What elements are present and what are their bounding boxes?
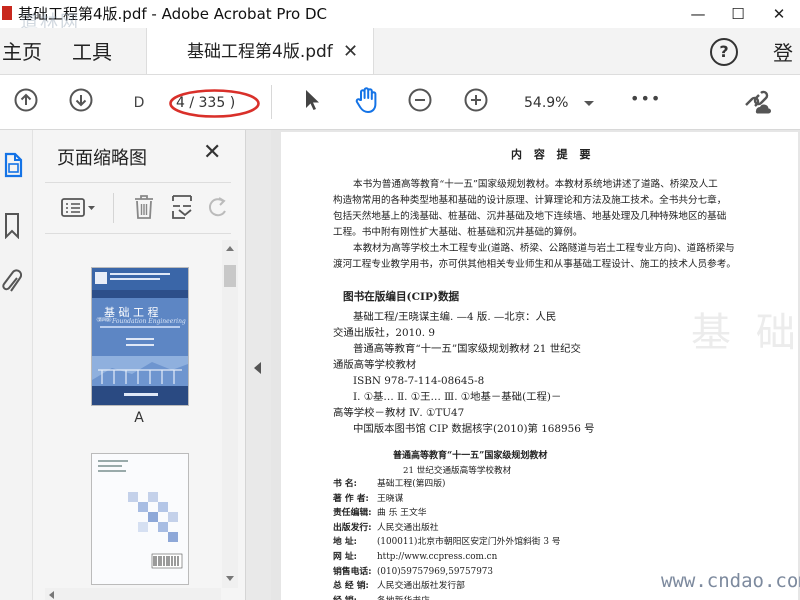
navigation-strip	[0, 130, 33, 600]
minimize-button[interactable]: —	[681, 0, 715, 28]
book-info-row: 销售电话: (010)59757969,59757973	[333, 565, 493, 580]
select-tool-icon[interactable]	[300, 88, 324, 112]
page-number-input[interactable]: D	[122, 90, 156, 116]
cover-edition: （第四版）	[94, 317, 114, 322]
extract-page-icon[interactable]	[171, 194, 197, 220]
book-info-key: 总 经 销:	[333, 581, 369, 592]
acrobat-app-icon	[2, 6, 12, 20]
book-info-key: 经 销:	[333, 594, 377, 600]
book-info-key: 书 名:	[333, 479, 357, 489]
thumbnail-horizontal-scrollbar[interactable]	[45, 588, 221, 600]
panel-title: 页面缩略图	[57, 148, 147, 169]
cip-line: 中国版本图书馆 CIP 数据核字(2010)第 168956 号	[353, 423, 595, 435]
summary-line: 构造物常用的各种类型地基和基础的设计原理、计算理论和方法及施工技术。全书共分七章…	[333, 195, 727, 206]
book-cover-image	[92, 268, 188, 405]
book-info-row: 地 址: (100011)北京市朝阳区安定门外外馆斜街 3 号	[333, 535, 561, 550]
page-thumbnails-panel: 页面缩略图 ✕ 基 础 工 程 Foundation Engineering （…	[33, 130, 245, 600]
delete-page-icon[interactable]	[133, 194, 155, 220]
book-info-key: 网 址:	[333, 552, 357, 562]
attachments-icon[interactable]	[2, 268, 22, 298]
thumbnail-options-icon[interactable]	[61, 198, 97, 218]
scroll-down-arrow-icon[interactable]	[226, 576, 234, 581]
close-window-button[interactable]: ✕	[762, 0, 796, 28]
next-page-icon[interactable]	[69, 88, 93, 112]
faint-cover-title: 基 础 工 程	[691, 310, 800, 356]
back-cover-image	[92, 454, 188, 584]
pdf-page: 基 础 工 程 内 容 提 要 本书为普通高等教育“十一五”国家级规划教材。本教…	[281, 132, 800, 600]
book-info-value: 基础工程(第四版)	[377, 479, 446, 489]
thumbnail-list: 基 础 工 程 Foundation Engineering （第四版） A	[45, 240, 221, 595]
help-button[interactable]: ?	[710, 38, 738, 66]
zoom-dropdown-caret-icon[interactable]	[584, 101, 594, 106]
summary-line: 包括天然地基上的浅基础、桩基础、沉井基础及地下连续墙、地基处理及几种特殊地区的基…	[333, 211, 727, 222]
collapse-panel-arrow-icon[interactable]	[254, 362, 261, 374]
book-info-value: 人民交通出版社发行部	[377, 581, 465, 592]
book-info-key: 责任编辑:	[333, 508, 372, 519]
book-info-row: 著 作 者: 王晓谋	[333, 492, 403, 507]
summary-heading: 内 容 提 要	[511, 148, 595, 161]
book-info-row: 网 址: http://www.ccpress.com.cn	[333, 550, 497, 565]
book-info-row: 责任编辑: 曲 乐 王文华	[333, 506, 427, 521]
page-thumbnail[interactable]	[91, 453, 189, 585]
tab-home[interactable]: 主页	[2, 28, 42, 74]
book-info-row: 经 销:各地新华书店	[333, 594, 430, 600]
scrollbar-thumb[interactable]	[224, 265, 236, 287]
cip-heading: 图书在版编目(CIP)数据	[343, 291, 460, 303]
site-watermark: www.cndao.com	[661, 570, 800, 592]
book-info-value: 人民交通出版社	[377, 522, 439, 533]
thumbnail-label: A	[134, 410, 144, 426]
book-info-row: 出版发行: 人民交通出版社	[333, 521, 439, 536]
series-line: 21 世纪交通版高等学校教材	[403, 466, 512, 476]
summary-line: 本教材为高等学校土木工程专业(道路、桥梁、公路隧道与岩土工程专业方向)、道路桥梁…	[353, 243, 735, 254]
page-count: 4 / 335 )	[176, 95, 236, 111]
hand-tool-icon[interactable]	[352, 85, 382, 115]
book-info-value: 王晓谋	[377, 493, 404, 504]
thumbnail-toolbar	[45, 182, 231, 234]
book-info-key: 著 作 者:	[333, 493, 369, 504]
zoom-in-icon[interactable]	[464, 88, 488, 112]
series-line: 普通高等教育“十一五”国家级规划教材	[393, 451, 548, 461]
previous-page-icon[interactable]	[14, 88, 38, 112]
book-info-key: 销售电话:	[333, 566, 372, 577]
toolbar-divider	[271, 85, 272, 119]
book-info-value: http://www.ccpress.com.cn	[377, 552, 498, 562]
page-thumbnail[interactable]: 基 础 工 程 Foundation Engineering （第四版）	[91, 267, 189, 406]
book-info-key: 地 址:	[333, 537, 357, 548]
main-toolbar: D 4 / 335 ) 54.9% •••	[0, 75, 800, 130]
thumbnail-scrollbar[interactable]	[222, 240, 238, 588]
thumbnail-toolbar-divider	[113, 193, 114, 223]
scroll-up-arrow-icon[interactable]	[226, 246, 234, 251]
scroll-left-arrow-icon[interactable]	[49, 591, 54, 599]
book-info-row: 书 名: 基础工程(第四版)	[333, 477, 445, 492]
book-info-key: 出版发行:	[333, 522, 372, 533]
close-tab-button[interactable]: ✕	[343, 28, 358, 76]
page-thumbnails-icon[interactable]	[3, 152, 23, 178]
login-link[interactable]: 登	[773, 28, 793, 78]
maximize-button[interactable]: ☐	[721, 0, 755, 28]
zoom-out-icon[interactable]	[408, 88, 432, 112]
close-panel-button[interactable]: ✕	[203, 140, 221, 165]
share-link-icon[interactable]	[742, 86, 772, 116]
book-info-value: (010)59757969,59757973	[377, 566, 494, 577]
title-bar: 基础工程第4版.pdf - Adobe Acrobat Pro DC 道林网 —…	[0, 0, 800, 33]
book-info-value: (100011)北京市朝阳区安定门外外馆斜街 3 号	[377, 537, 561, 548]
more-tools-button[interactable]: •••	[630, 89, 661, 108]
cover-subtitle: Foundation Engineering	[112, 318, 186, 325]
summary-line: 渡河工程专业教学用书，亦可供其他相关专业师生和从事基础工程设计、施工的技术人员参…	[333, 259, 736, 270]
tab-bar: 主页 工具 基础工程第4版.pdf ✕ ? 登	[0, 28, 800, 75]
document-tab-label: 基础工程第4版.pdf	[187, 42, 333, 62]
tab-tools[interactable]: 工具	[72, 28, 112, 74]
book-info-value: 曲 乐 王文华	[377, 508, 427, 519]
tab-document[interactable]: 基础工程第4版.pdf ✕	[146, 28, 374, 74]
rotate-page-icon[interactable]	[207, 195, 229, 219]
panel-splitter[interactable]	[245, 130, 272, 600]
summary-line: 工程。书中附有刚性扩大基础、桩基础和沉井基础的算例。	[333, 227, 583, 238]
book-info-value: 各地新华书店	[377, 596, 430, 600]
bookmarks-icon[interactable]	[4, 213, 20, 239]
book-info-row: 总 经 销: 人民交通出版社发行部	[333, 579, 465, 594]
document-viewport[interactable]: 基 础 工 程 内 容 提 要 本书为普通高等教育“十一五”国家级规划教材。本教…	[271, 130, 800, 600]
zoom-level[interactable]: 54.9%	[524, 92, 568, 114]
summary-line: 本书为普通高等教育“十一五”国家级规划教材。本教材系统地讲述了道路、桥梁及人工	[353, 179, 718, 190]
